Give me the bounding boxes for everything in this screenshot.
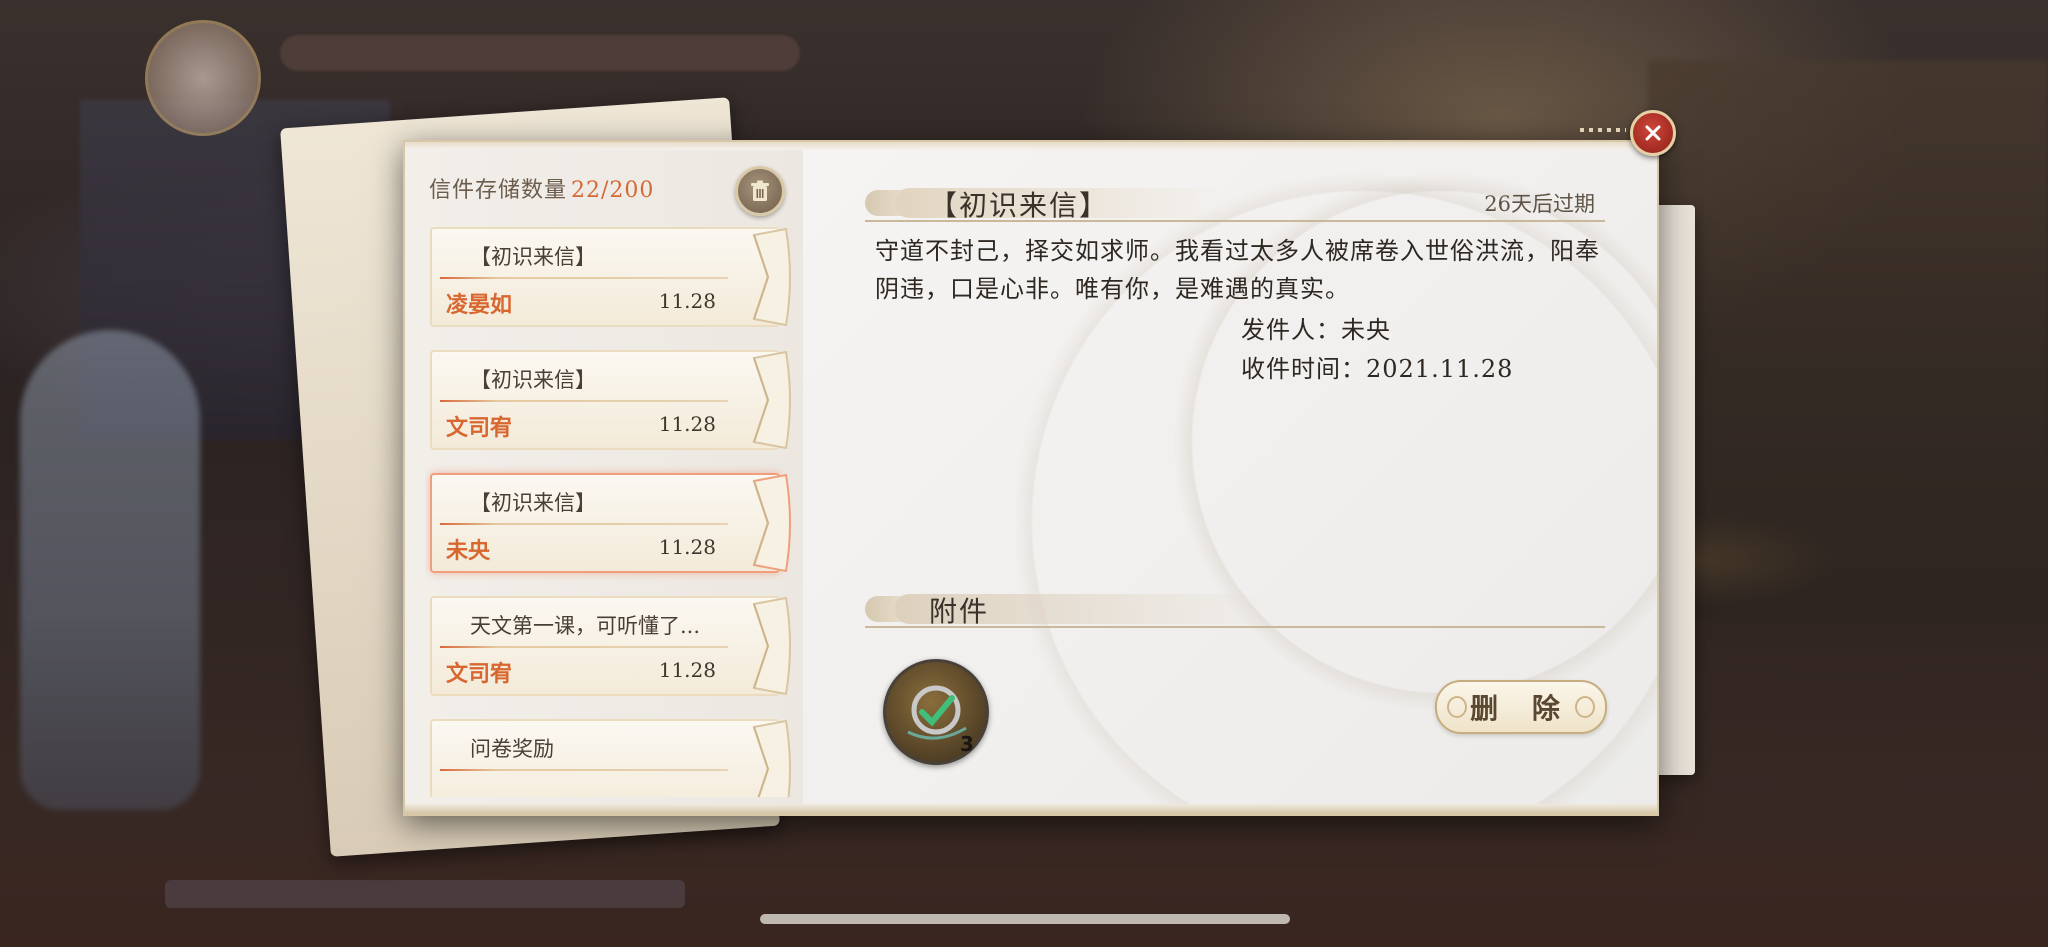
mail-item-title: 【初识来信】 — [470, 368, 596, 392]
expire-text: 26天后过期 — [1484, 192, 1595, 216]
player-avatar — [145, 20, 261, 136]
letter-title: 【初识来信】 — [929, 189, 1110, 222]
mail-item-divider — [440, 769, 728, 771]
mail-item-date: 11.28 — [658, 658, 716, 682]
mail-item-divider — [440, 523, 728, 525]
mail-item-sender: 文司宥 — [446, 415, 513, 441]
mail-item-title: 天文第一课，可听懂了... — [470, 614, 701, 638]
mail-item-title: 问卷奖励 — [470, 737, 554, 761]
mail-item-sender: 未央 — [446, 538, 491, 564]
delete-button[interactable]: 删 除 — [1435, 680, 1607, 734]
chat-bar — [165, 880, 685, 908]
trash-icon — [751, 180, 769, 201]
mail-item[interactable]: 问卷奖励 — [430, 719, 791, 797]
envelope-flap-icon — [752, 596, 791, 696]
close-decoration — [1580, 128, 1626, 132]
envelope-flap-icon — [752, 350, 791, 450]
mail-item-sender: 凌晏如 — [446, 292, 513, 318]
mail-item-date: 11.28 — [658, 412, 716, 436]
home-indicator[interactable] — [760, 914, 1290, 924]
letter-received-time: 收件时间：2021.11.28 — [1241, 355, 1514, 383]
letter-sender: 发件人：未央 — [1241, 316, 1391, 344]
trash-button[interactable] — [735, 166, 785, 216]
background-floor — [0, 807, 2048, 947]
dialog-bottom-border — [405, 804, 1657, 814]
mail-item-date: 11.28 — [658, 289, 716, 313]
mail-item[interactable]: 【初识来信】 文司宥 11.28 — [430, 350, 791, 450]
background-room — [1648, 60, 2048, 620]
envelope-flap-icon — [752, 719, 791, 797]
background-character — [20, 330, 200, 810]
top-resource-bar — [280, 35, 800, 71]
mail-item-selected[interactable]: 【初识来信】 未央 11.28 — [430, 473, 791, 573]
mail-item[interactable]: 天文第一课，可听懂了... 文司宥 11.28 — [430, 596, 791, 696]
letter-header: 【初识来信】 26天后过期 — [865, 186, 1605, 222]
attachment-count: 3 — [960, 732, 974, 756]
mail-item-sender: 文司宥 — [446, 661, 513, 687]
attachment-label: 附件 — [929, 595, 990, 628]
close-icon — [1645, 125, 1661, 141]
mail-item-divider — [440, 646, 728, 648]
dialog-top-border — [405, 142, 1657, 150]
mail-item-title: 【初识来信】 — [470, 245, 596, 269]
mail-item-title: 【初识来信】 — [470, 491, 596, 515]
envelope-flap-icon — [752, 227, 791, 327]
envelope-flap-icon — [752, 473, 791, 573]
mail-item-divider — [440, 400, 728, 402]
mail-item-date: 11.28 — [658, 535, 716, 559]
mail-item[interactable]: 【初识来信】 凌晏如 11.28 — [430, 227, 791, 327]
storage-label: 信件存储数量 — [429, 178, 568, 203]
storage-indicator: 信件存储数量 22/200 — [429, 172, 654, 204]
storage-count: 22/200 — [571, 178, 655, 203]
attachment-header: 附件 — [865, 592, 1605, 628]
mail-dialog: 信件存储数量 22/200 【初识来信】 凌晏如 11.28 【初识来信】 文司宥 — [403, 140, 1659, 816]
mail-list[interactable]: 【初识来信】 凌晏如 11.28 【初识来信】 文司宥 11.28 【初识来信】… — [425, 227, 805, 797]
mail-item-divider — [440, 277, 728, 279]
letter-body: 守道不封己，择交如求师。我看过太多人被席卷入世俗洪流，阳奉阴违，口是心非。唯有你… — [875, 237, 1600, 303]
close-button[interactable] — [1630, 110, 1676, 156]
